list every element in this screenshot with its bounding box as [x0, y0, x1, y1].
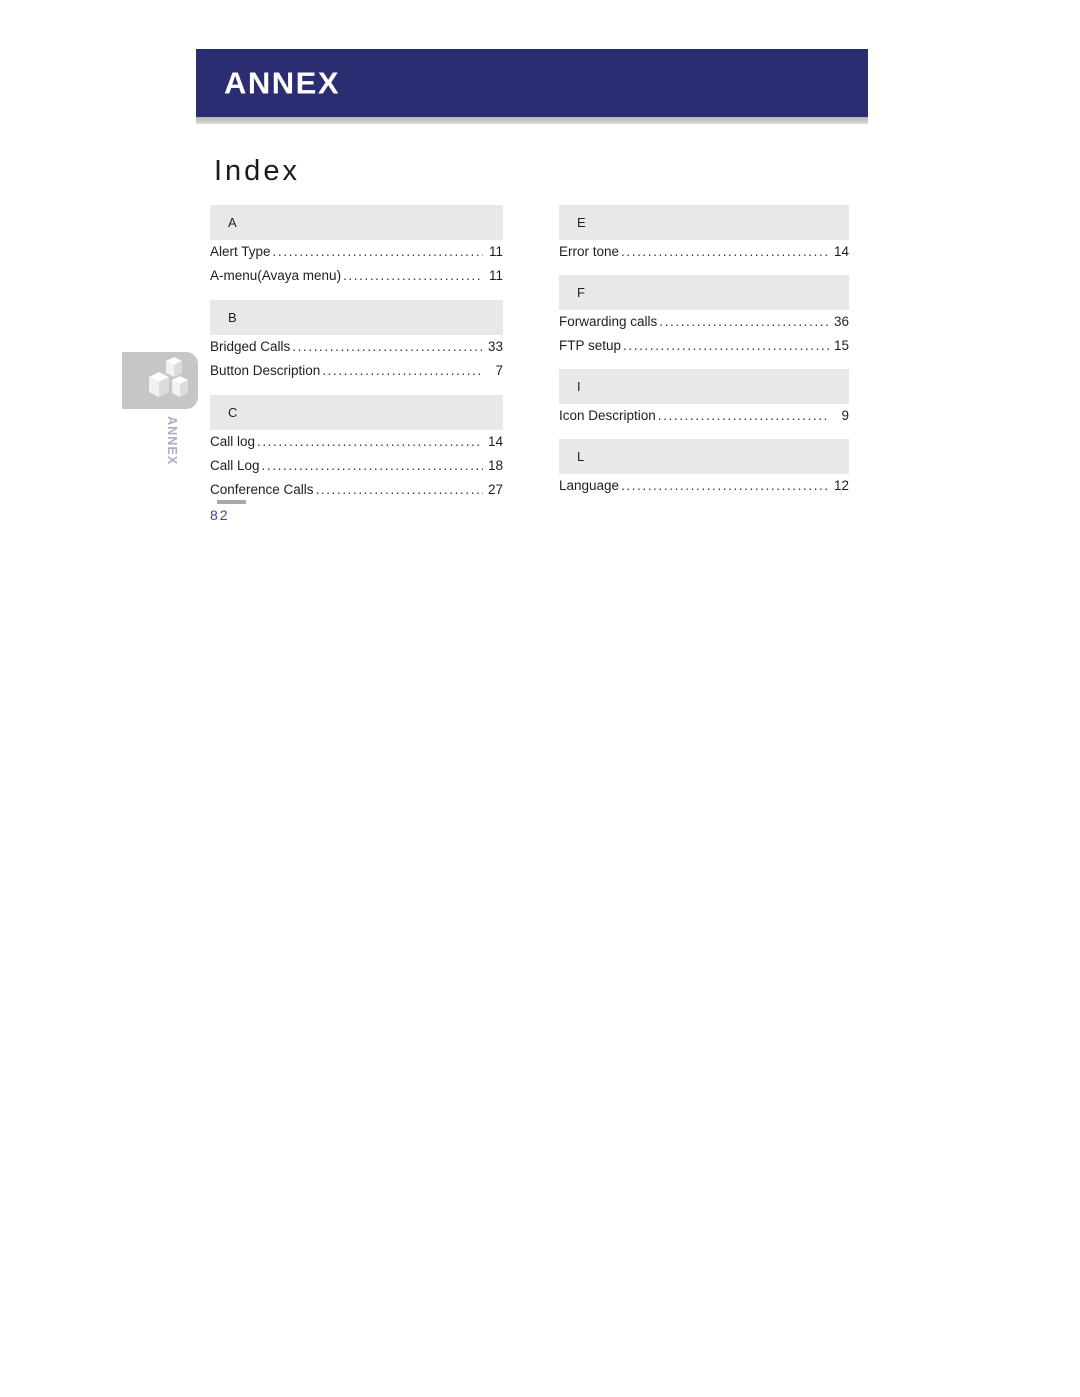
index-entry[interactable]: Conference Calls........................… — [210, 482, 503, 506]
index-entry-leader: ........................................… — [292, 340, 483, 354]
index-entry[interactable]: A-menu(Avaya menu)......................… — [210, 268, 503, 292]
index-entry-page: 15 — [833, 338, 849, 353]
index-entry-label: Button Description — [210, 363, 321, 378]
index-letter-heading-text: A — [228, 215, 237, 230]
index-entry-page: 7 — [495, 363, 503, 378]
index-entry-list: Bridged Calls...........................… — [210, 339, 503, 387]
index-entry[interactable]: Bridged Calls...........................… — [210, 339, 503, 363]
side-tab — [122, 352, 198, 409]
index-letter-group: C Call log...............................… — [210, 395, 503, 506]
index-letter-heading: A — [210, 205, 503, 240]
index-entry-page: 14 — [833, 244, 849, 259]
index-entry-list: Alert Type..............................… — [210, 244, 503, 292]
index-column-right: E Error tone.............................… — [559, 205, 849, 502]
index-entry-page: 12 — [833, 478, 849, 493]
index-entry-page: 36 — [833, 314, 849, 329]
index-letter-group: F Forwarding calls.......................… — [559, 275, 849, 369]
index-entry-list: Error tone..............................… — [559, 244, 849, 268]
chapter-banner: ANNEX — [196, 49, 868, 117]
index-entry-page: 14 — [487, 434, 503, 449]
index-entry-list: Icon Description........................… — [559, 408, 849, 432]
index-entry-page: 11 — [488, 268, 503, 283]
index-entry-list: Language................................… — [559, 478, 849, 502]
index-entry-label: Language — [559, 478, 620, 493]
index-entry-label: Call log — [210, 434, 256, 449]
index-letter-group: E Error tone.............................… — [559, 205, 849, 275]
index-entry-label: Icon Description — [559, 408, 656, 423]
index-letter-heading: I — [559, 369, 849, 404]
index-letter-heading-text: C — [228, 405, 238, 420]
index-entry-leader: ........................................… — [322, 364, 483, 378]
index-entry[interactable]: Alert Type..............................… — [210, 244, 503, 268]
index-letter-heading-text: B — [228, 310, 237, 325]
index-letter-group: I Icon Description.......................… — [559, 369, 849, 439]
index-letter-group: B Bridged Calls..........................… — [210, 300, 503, 395]
index-entry-label: Error tone — [559, 244, 620, 259]
index-letter-group: L Language...............................… — [559, 439, 849, 502]
side-tab-label: ANNEX — [165, 416, 179, 466]
cubes-icon — [122, 352, 198, 409]
index-letter-group: A Alert Type.............................… — [210, 205, 503, 300]
index-letter-heading-text: L — [577, 449, 585, 464]
index-entry-page: 18 — [487, 458, 503, 473]
banner-shadow — [196, 117, 868, 124]
index-letter-heading: B — [210, 300, 503, 335]
index-entry[interactable]: Call Log................................… — [210, 458, 503, 482]
index-entry-label: A-menu(Avaya menu) — [210, 268, 342, 283]
index-entry-leader: ........................................… — [261, 459, 483, 473]
chapter-banner-title: ANNEX — [224, 65, 341, 101]
index-entry-list: Call log................................… — [210, 434, 503, 506]
index-entry-label: Alert Type — [210, 244, 271, 259]
index-letter-heading: E — [559, 205, 849, 240]
index-entry-leader: ........................................… — [621, 479, 829, 493]
index-entry-leader: ........................................… — [621, 245, 829, 259]
index-entry-label: Forwarding calls — [559, 314, 658, 329]
index-entry-page: 11 — [488, 244, 503, 259]
index-entry-label: FTP setup — [559, 338, 622, 353]
index-entry[interactable]: Language................................… — [559, 478, 849, 502]
index-letter-heading-text: E — [577, 215, 586, 230]
index-entry[interactable]: Call log................................… — [210, 434, 503, 458]
index-entry[interactable]: Forwarding calls........................… — [559, 314, 849, 338]
index-entry-leader: ........................................… — [657, 409, 829, 423]
index-entry[interactable]: Icon Description........................… — [559, 408, 849, 432]
index-entry-leader: ........................................… — [272, 245, 483, 259]
page-number: 82 — [210, 507, 230, 523]
index-entry-leader: ........................................… — [623, 339, 829, 353]
index-letter-heading-text: F — [577, 285, 585, 300]
index-entry-leader: ........................................… — [315, 483, 483, 497]
index-letter-heading-text: I — [577, 379, 581, 394]
index-entry[interactable]: Error tone..............................… — [559, 244, 849, 268]
index-entry[interactable]: Button Description......................… — [210, 363, 503, 387]
index-column-left: A Alert Type.............................… — [210, 205, 503, 506]
index-letter-heading: F — [559, 275, 849, 310]
index-entry-page: 33 — [487, 339, 503, 354]
index-entry-label: Call Log — [210, 458, 260, 473]
index-entry-page: 9 — [841, 408, 849, 423]
index-letter-heading: L — [559, 439, 849, 474]
index-entry-label: Bridged Calls — [210, 339, 291, 354]
index-entry-list: Forwarding calls........................… — [559, 314, 849, 362]
index-entry-leader: ........................................… — [257, 435, 483, 449]
index-entry[interactable]: FTP setup...............................… — [559, 338, 849, 362]
page-title: Index — [214, 155, 300, 187]
index-letter-heading: C — [210, 395, 503, 430]
index-entry-label: Conference Calls — [210, 482, 314, 497]
index-entry-leader: ........................................… — [659, 315, 829, 329]
index-entry-leader: ........................................… — [343, 269, 483, 283]
index-entry-page: 27 — [487, 482, 503, 497]
